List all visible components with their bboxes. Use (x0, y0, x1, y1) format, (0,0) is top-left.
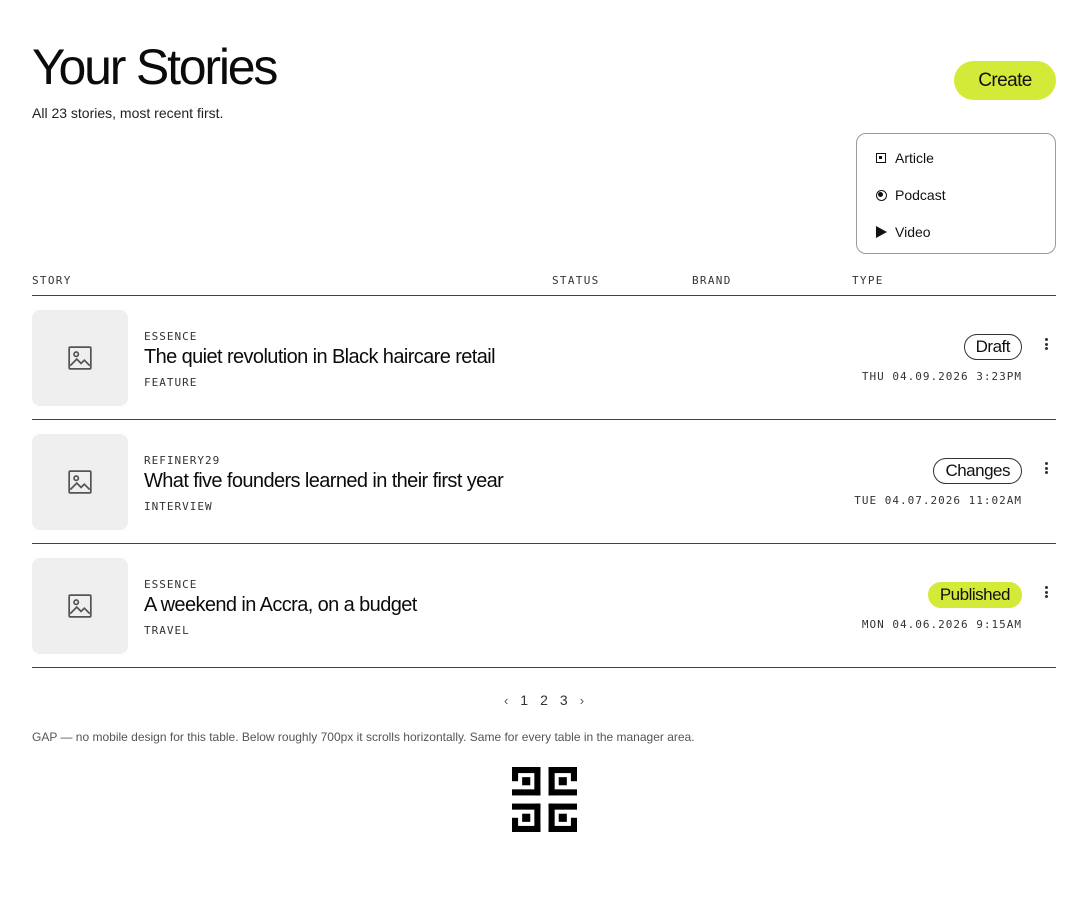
menu-item-podcast[interactable]: Podcast (875, 183, 946, 207)
menu-item-article[interactable]: Article (875, 146, 934, 170)
page-link-2[interactable]: 2 (540, 692, 548, 708)
page-title: Your Stories (32, 39, 278, 95)
story-category: TRAVEL (144, 624, 190, 637)
create-menu: Article Podcast Video (856, 133, 1056, 254)
story-date: THU 04.09.2026 3:23PM (861, 370, 1022, 383)
next-page-icon[interactable]: › (580, 693, 584, 708)
story-title[interactable]: What five founders learned in their firs… (144, 470, 504, 493)
image-placeholder-icon (68, 594, 92, 618)
status-badge: Changes (933, 458, 1022, 484)
story-category: INTERVIEW (144, 500, 213, 513)
column-header-status[interactable]: STATUS (552, 274, 600, 287)
menu-item-label: Article (895, 150, 934, 166)
create-button[interactable]: Create (954, 61, 1056, 100)
design-gap-note: GAP — no mobile design for this table. B… (32, 730, 695, 744)
status-badge: Published (927, 582, 1022, 608)
image-placeholder-icon (68, 470, 92, 494)
article-icon (875, 152, 887, 164)
story-thumbnail (32, 558, 128, 654)
podcast-icon (875, 189, 887, 201)
more-options-icon[interactable] (1040, 460, 1052, 476)
story-thumbnail (32, 310, 128, 406)
story-brand: ESSENCE (144, 578, 198, 591)
story-brand: ESSENCE (144, 330, 198, 343)
column-header-story[interactable]: STORY (32, 274, 72, 287)
story-brand: REFINERY29 (144, 454, 221, 467)
column-header-brand[interactable]: BRAND (692, 274, 732, 287)
story-date: MON 04.06.2026 9:15AM (861, 618, 1022, 631)
page-link-3[interactable]: 3 (560, 692, 568, 708)
brand-logo-icon (512, 767, 577, 832)
menu-item-label: Podcast (895, 187, 946, 203)
story-category: FEATURE (144, 376, 198, 389)
previous-page-icon[interactable]: ‹ (504, 693, 508, 708)
story-title[interactable]: The quiet revolution in Black haircare r… (144, 346, 496, 369)
image-placeholder-icon (68, 346, 92, 370)
more-options-icon[interactable] (1040, 584, 1052, 600)
story-date: TUE 04.07.2026 11:02AM (854, 494, 1022, 507)
story-title[interactable]: A weekend in Accra, on a budget (144, 594, 417, 617)
story-thumbnail (32, 434, 128, 530)
more-options-icon[interactable] (1040, 336, 1052, 352)
menu-item-video[interactable]: Video (875, 220, 931, 244)
status-badge: Draft (963, 334, 1022, 360)
video-icon (875, 226, 887, 238)
page-link-1[interactable]: 1 (520, 692, 528, 708)
row-divider (32, 667, 1056, 668)
menu-item-label: Video (895, 224, 931, 240)
table-row[interactable]: REFINERY29 What five founders learned in… (32, 420, 1056, 544)
table-row[interactable]: ESSENCE The quiet revolution in Black ha… (32, 296, 1056, 420)
column-header-type[interactable]: TYPE (852, 274, 884, 287)
pagination: ‹ 1 2 3 › (0, 692, 1088, 708)
page-subtitle: All 23 stories, most recent first. (32, 105, 224, 121)
table-row[interactable]: ESSENCE A weekend in Accra, on a budget … (32, 544, 1056, 668)
